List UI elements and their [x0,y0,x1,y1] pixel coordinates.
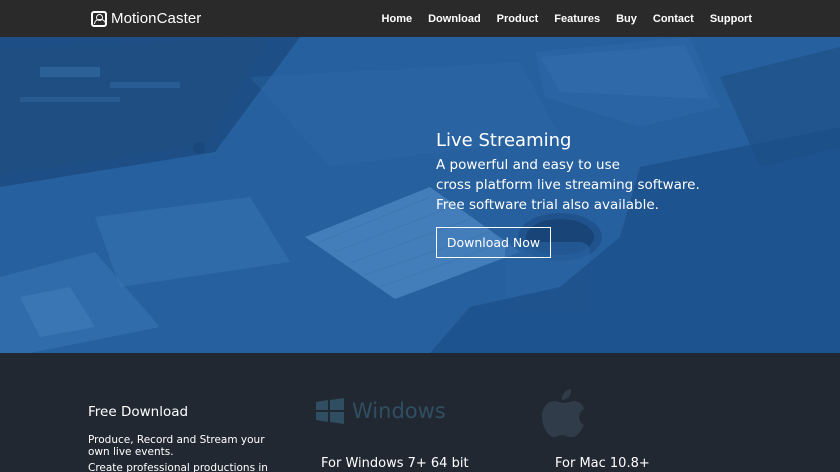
hero-text: Live Streaming A powerful and easy to us… [436,129,796,215]
download-section: Free Download Produce, Record and Stream… [0,353,840,472]
download-description-1: Produce, Record and Stream your own live… [88,434,265,458]
nav-download[interactable]: Download [428,13,481,25]
nav-support[interactable]: Support [710,13,752,25]
main-menu: Home Download Product Features Buy Conta… [366,0,752,37]
hero-banner: Live Streaming A powerful and easy to us… [0,37,840,353]
top-navbar: MotionCaster Home Download Product Featu… [0,0,840,37]
nav-contact[interactable]: Contact [653,13,694,25]
hero-line-2: cross platform live streaming software. [436,177,700,193]
brand-name: MotionCaster [111,10,202,27]
windows-logo[interactable]: Windows [316,398,446,424]
windows-download-label[interactable]: For Windows 7+ 64 bit [321,456,469,471]
free-download-title: Free Download [88,404,189,420]
windows-icon [316,398,344,424]
hero-title: Live Streaming [436,130,572,151]
nav-product[interactable]: Product [497,13,539,25]
windows-wordmark: Windows [352,399,446,423]
user-frame-icon [91,10,107,27]
nav-buy[interactable]: Buy [616,13,637,25]
mac-download-label[interactable]: For Mac 10.8+ [555,456,650,471]
hero-line-3: Free software trial also available. [436,197,659,213]
apple-icon[interactable] [542,385,586,444]
hero-line-1: A powerful and easy to use [436,157,620,173]
brand[interactable]: MotionCaster [91,9,201,28]
download-now-button[interactable]: Download Now [436,227,551,258]
nav-features[interactable]: Features [554,13,600,25]
nav-home[interactable]: Home [382,13,413,25]
download-description-2: Create professional productions in [88,462,268,472]
